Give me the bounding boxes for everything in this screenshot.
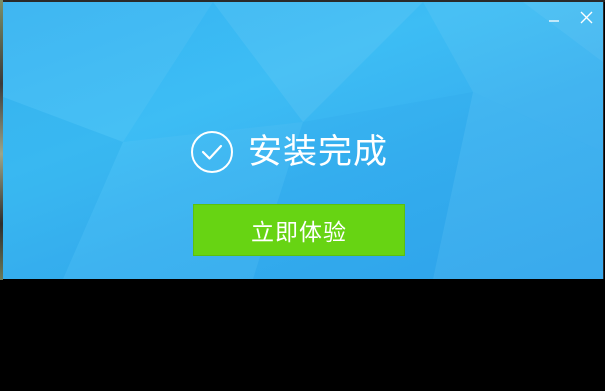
screen: 安装完成 立即体验 bbox=[0, 0, 605, 391]
status-row: 安装完成 bbox=[190, 130, 388, 174]
installer-window: 安装完成 立即体验 bbox=[3, 2, 604, 279]
check-circle-icon bbox=[191, 131, 233, 173]
completion-panel: 安装完成 立即体验 bbox=[3, 2, 603, 279]
install-complete-title: 安装完成 bbox=[248, 132, 388, 172]
try-now-button[interactable]: 立即体验 bbox=[193, 204, 405, 256]
